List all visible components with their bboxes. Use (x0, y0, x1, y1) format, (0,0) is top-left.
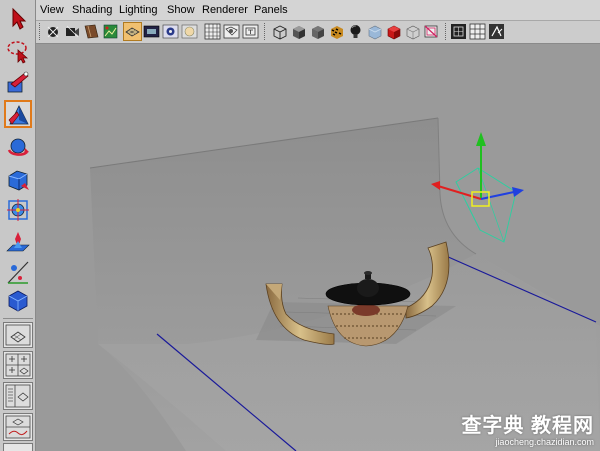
show-manipulator-icon[interactable] (4, 258, 32, 286)
safe-title-icon[interactable] (242, 23, 259, 40)
viewport-panel: View Shading Lighting Show Renderer Pane… (36, 0, 600, 451)
menu-shading[interactable]: Shading (72, 4, 112, 16)
soft-modification-icon[interactable] (4, 228, 32, 256)
persp-outliner-layout-button[interactable] (3, 382, 33, 410)
perspective-viewport[interactable]: 查字典 教程网 jiaocheng.chazidian.com (36, 44, 600, 451)
menu-view[interactable]: View (40, 4, 64, 16)
paint-select-icon[interactable] (4, 69, 32, 97)
last-tool-icon[interactable] (4, 287, 32, 315)
scale-tool-icon[interactable] (4, 165, 32, 193)
panel-icon-bar (36, 21, 600, 44)
menu-panels[interactable]: Panels (254, 4, 288, 16)
viewport-scene (36, 44, 600, 451)
lasso-select-icon[interactable] (4, 37, 32, 65)
film-gate-icon[interactable] (143, 23, 160, 40)
four-view-layout-button[interactable] (3, 351, 33, 379)
hypershade-layout-button[interactable] (3, 443, 33, 451)
resolution-gate-icon[interactable] (162, 23, 179, 40)
menu-show[interactable]: Show (167, 4, 195, 16)
camera-attributes-icon[interactable] (64, 23, 81, 40)
persp-graph-layout-button[interactable] (3, 413, 33, 441)
single-perspective-layout-button[interactable] (3, 322, 33, 348)
isolate-select-icon[interactable] (450, 23, 467, 40)
field-chart-icon[interactable] (204, 23, 221, 40)
select-camera-icon[interactable] (45, 23, 62, 40)
panel-menu-bar: View Shading Lighting Show Renderer Pane… (36, 0, 600, 21)
rotate-tool-icon[interactable] (4, 133, 32, 161)
bookmarks-icon[interactable] (83, 23, 100, 40)
maya-workspace: View Shading Lighting Show Renderer Pane… (0, 0, 600, 451)
render-view-icon[interactable] (488, 23, 505, 40)
use-all-lights-icon[interactable] (347, 23, 364, 40)
textured-icon[interactable] (328, 23, 345, 40)
xray-icon[interactable] (385, 23, 402, 40)
menu-renderer[interactable]: Renderer (202, 4, 248, 16)
watermark-url: jiaocheng.chazidian.com (495, 437, 594, 447)
select-arrow-icon[interactable] (4, 5, 32, 33)
high-quality-icon[interactable] (469, 23, 486, 40)
flat-shade-icon[interactable] (309, 23, 326, 40)
lid-knob[interactable] (357, 279, 379, 297)
move-tool-icon[interactable] (4, 100, 32, 128)
toolbar-grip[interactable] (445, 23, 449, 40)
shadows-icon[interactable] (366, 23, 383, 40)
toolbar-grip[interactable] (264, 23, 268, 40)
grid-icon[interactable] (123, 22, 142, 41)
smooth-shade-icon[interactable] (290, 23, 307, 40)
menu-lighting[interactable]: Lighting (119, 4, 158, 16)
watermark: 查字典 教程网 jiaocheng.chazidian.com (461, 415, 594, 447)
image-plane-icon[interactable] (102, 23, 119, 40)
tool-box (0, 0, 36, 451)
toolbar-grip[interactable] (39, 23, 43, 40)
wireframe-icon[interactable] (271, 23, 288, 40)
gate-mask-icon[interactable] (181, 23, 198, 40)
universal-manipulator-icon[interactable] (4, 196, 32, 224)
xray-joints-icon[interactable] (404, 23, 421, 40)
watermark-title: 查字典 教程网 (461, 415, 594, 437)
backface-culling-icon[interactable] (423, 23, 440, 40)
safe-action-icon[interactable] (223, 23, 240, 40)
toolbox-divider (3, 318, 33, 319)
